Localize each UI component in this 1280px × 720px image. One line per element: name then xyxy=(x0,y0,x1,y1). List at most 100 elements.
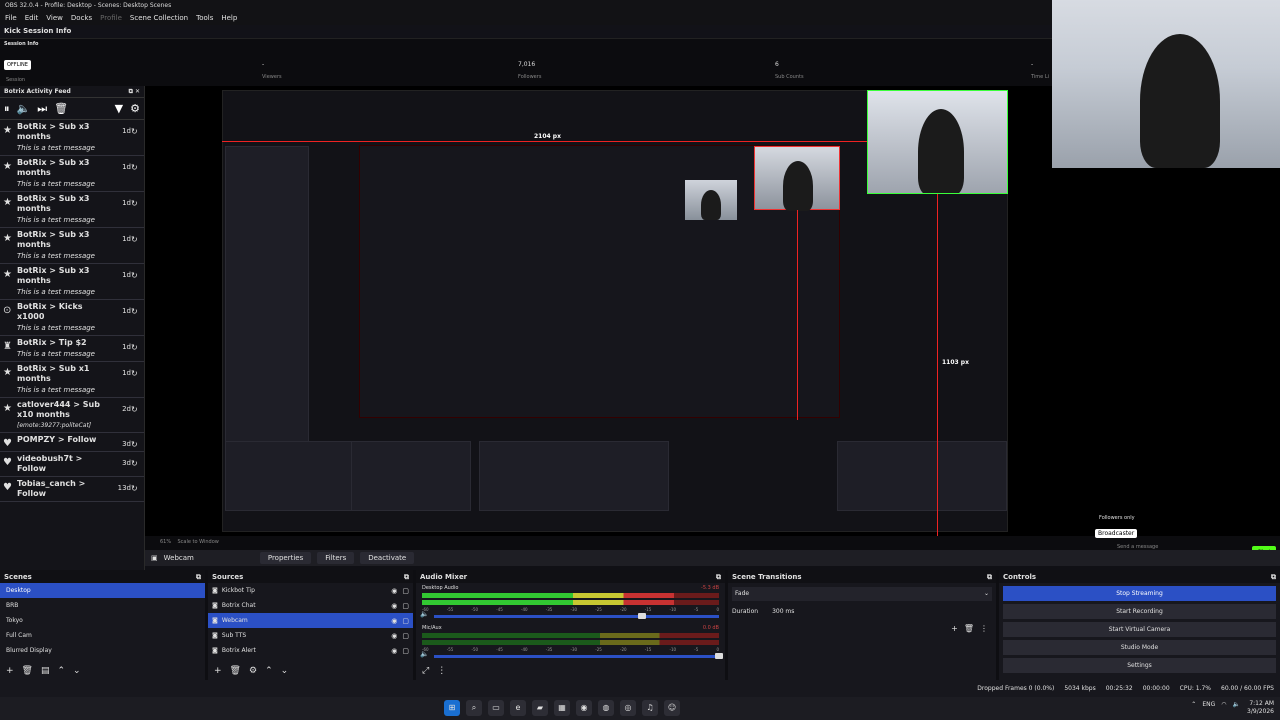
source-item[interactable]: ◙ Webcam ◉ ▢ xyxy=(208,613,413,628)
replay-icon[interactable]: ↻ xyxy=(131,435,141,449)
properties-button[interactable]: Properties xyxy=(259,552,312,564)
replay-icon[interactable]: ↻ xyxy=(131,364,141,378)
replay-icon[interactable]: ↻ xyxy=(131,454,141,468)
move-up-icon[interactable]: ⌃ xyxy=(58,666,66,676)
move-down-icon[interactable]: ⌄ xyxy=(281,666,289,676)
menu-item-tools[interactable]: Tools xyxy=(196,14,213,23)
source-item[interactable]: ◙ Sub TTS ◉ ▢ xyxy=(208,628,413,643)
menu-item-scene-collection[interactable]: Scene Collection xyxy=(130,14,188,23)
menu-item-file[interactable]: File xyxy=(5,14,17,23)
filter-icon[interactable]: ▼ xyxy=(115,102,123,115)
replay-icon[interactable]: ↻ xyxy=(131,122,141,136)
scene-filter-icon[interactable]: ▤ xyxy=(41,666,50,676)
move-down-icon[interactable]: ⌄ xyxy=(73,666,81,676)
wifi-icon[interactable]: ◠ xyxy=(1221,701,1226,708)
webcam-selection-box[interactable] xyxy=(867,90,1008,194)
chrome-icon[interactable]: ◍ xyxy=(598,700,614,716)
spotify-icon[interactable]: ♫ xyxy=(642,700,658,716)
filters-button[interactable]: Filters xyxy=(317,552,355,564)
add-transition-icon[interactable]: + xyxy=(951,624,958,633)
menu-item-profile[interactable]: Profile xyxy=(100,14,122,23)
replay-icon[interactable]: ↻ xyxy=(131,158,141,172)
eye-icon[interactable]: ◉ xyxy=(391,632,397,640)
eye-icon[interactable]: ◉ xyxy=(391,617,397,625)
scene-item[interactable]: Desktop xyxy=(0,583,205,598)
dock-menu-icon[interactable]: ⧉ xyxy=(1271,573,1276,581)
replay-icon[interactable]: ↻ xyxy=(131,338,141,352)
scene-item[interactable]: Blurred Display xyxy=(0,643,205,658)
volume-fader[interactable]: 🔈 xyxy=(420,650,723,659)
remove-transition-icon[interactable]: 🗑 xyxy=(964,624,974,633)
fader-knob[interactable] xyxy=(638,613,647,619)
mute-icon[interactable]: 🔈 xyxy=(17,102,31,115)
clock[interactable]: 7:12 AM 3/9/2026 xyxy=(1247,700,1274,716)
edge-icon[interactable]: e xyxy=(510,700,526,716)
add-scene-icon[interactable]: + xyxy=(6,666,14,676)
move-up-icon[interactable]: ⌃ xyxy=(265,666,273,676)
dock-controls-icon[interactable]: ⧉ ✕ xyxy=(129,88,140,95)
trash-icon[interactable]: 🗑 xyxy=(54,102,68,115)
add-source-icon[interactable]: + xyxy=(214,666,222,676)
start-virtual-camera-button[interactable]: Start Virtual Camera xyxy=(1003,622,1276,637)
lock-icon[interactable]: ▢ xyxy=(402,617,409,625)
start-recording-button[interactable]: Start Recording xyxy=(1003,604,1276,619)
fader-knob[interactable] xyxy=(715,653,723,659)
dock-menu-icon[interactable]: ⧉ xyxy=(987,573,992,581)
speaker-icon[interactable]: 🔈 xyxy=(420,650,429,658)
source-settings-icon[interactable]: ⚙ xyxy=(249,666,257,676)
source-item[interactable]: ◙ Botrix Alert ◉ ▢ xyxy=(208,643,413,658)
discord-icon[interactable]: ☺ xyxy=(664,700,680,716)
store-icon[interactable]: ▦ xyxy=(554,700,570,716)
menu-item-help[interactable]: Help xyxy=(221,14,237,23)
pause-icon[interactable]: ⏸ xyxy=(4,102,10,116)
volume-icon[interactable]: 🔈 xyxy=(1233,701,1240,708)
mixer-menu-icon[interactable]: ⋮ xyxy=(437,666,446,676)
skip-icon[interactable]: ⏭ xyxy=(37,102,47,116)
lock-icon[interactable]: ▢ xyxy=(402,602,409,610)
scene-item[interactable]: Full Cam xyxy=(0,628,205,643)
eye-icon[interactable]: ◉ xyxy=(391,647,397,655)
firefox-icon[interactable]: ◉ xyxy=(576,700,592,716)
language-indicator[interactable]: ENG xyxy=(1202,701,1215,708)
scale-mode[interactable]: Scale to Window xyxy=(177,539,218,545)
zoom-level[interactable]: 61% xyxy=(160,539,171,545)
folder-icon[interactable]: ▰ xyxy=(532,700,548,716)
eye-icon[interactable]: ◉ xyxy=(391,587,397,595)
scene-item[interactable]: Tokyo xyxy=(0,613,205,628)
replay-icon[interactable]: ↻ xyxy=(131,194,141,208)
gear-icon[interactable]: ⚙ xyxy=(130,102,140,115)
volume-fader[interactable]: 🔈 xyxy=(420,610,719,619)
replay-icon[interactable]: ↻ xyxy=(131,400,141,414)
speaker-icon[interactable]: 🔈 xyxy=(420,610,429,618)
eye-icon[interactable]: ◉ xyxy=(391,602,397,610)
transition-select[interactable]: Fade ⌄ xyxy=(732,587,992,601)
replay-icon[interactable]: ↻ xyxy=(131,302,141,316)
replay-icon[interactable]: ↻ xyxy=(131,230,141,244)
studio-mode-button[interactable]: Studio Mode xyxy=(1003,640,1276,655)
lock-icon[interactable]: ▢ xyxy=(402,587,409,595)
remove-scene-icon[interactable]: 🗑 xyxy=(22,666,33,676)
mixer-link-icon[interactable]: ⤢ xyxy=(422,666,429,676)
menu-item-edit[interactable]: Edit xyxy=(25,14,39,23)
deactivate-button[interactable]: Deactivate xyxy=(360,552,415,564)
windows-start-icon[interactable]: ⊞ xyxy=(444,700,460,716)
stop-streaming-button[interactable]: Stop Streaming xyxy=(1003,586,1276,601)
source-item[interactable]: ◙ Kickbot Tip ◉ ▢ xyxy=(208,583,413,598)
lock-icon[interactable]: ▢ xyxy=(402,647,409,655)
menu-item-view[interactable]: View xyxy=(46,14,63,23)
lock-icon[interactable]: ▢ xyxy=(402,632,409,640)
search-icon[interactable]: ⌕ xyxy=(466,700,482,716)
tray-expand-icon[interactable]: ⌃ xyxy=(1191,701,1196,708)
scene-item[interactable]: BRB xyxy=(0,598,205,613)
replay-icon[interactable]: ↻ xyxy=(131,266,141,280)
obs-icon[interactable]: ◎ xyxy=(620,700,636,716)
remove-source-icon[interactable]: 🗑 xyxy=(230,666,241,676)
settings-button[interactable]: Settings xyxy=(1003,658,1276,673)
task-view-icon[interactable]: ▭ xyxy=(488,700,504,716)
menu-item-docks[interactable]: Docks xyxy=(71,14,92,23)
duration-field[interactable]: 300 ms xyxy=(772,608,794,615)
source-item[interactable]: ◙ Botrix Chat ◉ ▢ xyxy=(208,598,413,613)
transition-menu-icon[interactable]: ⋮ xyxy=(980,624,988,633)
dock-menu-icon[interactable]: ⧉ xyxy=(196,573,201,581)
replay-icon[interactable]: ↻ xyxy=(131,479,141,493)
